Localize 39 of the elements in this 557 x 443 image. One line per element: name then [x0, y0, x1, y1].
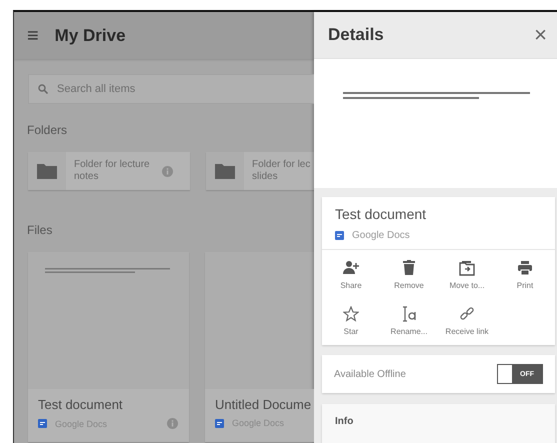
folder-card[interactable]: Folder for lec slides: [206, 152, 314, 190]
file-type: Google Docs: [352, 230, 410, 241]
folder-move-icon: [459, 260, 475, 276]
action-button[interactable]: Move to...: [438, 260, 496, 290]
folder-icon: [215, 164, 235, 178]
trash-icon: [401, 260, 417, 276]
action-button[interactable]: Remove: [380, 260, 438, 290]
docs-icon: [38, 419, 47, 428]
docs-icon: [335, 231, 344, 240]
setting-label: Available Offline: [334, 368, 406, 380]
close-icon[interactable]: ×: [534, 24, 547, 46]
printer-icon: [517, 260, 533, 276]
menu-icon[interactable]: ≡: [27, 26, 39, 46]
action-button[interactable]: Receive link: [438, 306, 496, 336]
star-icon: [343, 306, 359, 322]
action-button[interactable]: Print: [496, 260, 554, 290]
section-heading: Info: [335, 416, 354, 427]
search-field[interactable]: Search all items: [28, 74, 314, 104]
action-button[interactable]: Share: [322, 260, 380, 290]
info-icon[interactable]: [162, 166, 173, 176]
search-icon: [38, 84, 48, 94]
folder-icon: [37, 164, 57, 178]
section-heading: Folders: [27, 123, 68, 137]
text-cursor-icon: [401, 306, 417, 322]
panel-title: Details: [328, 25, 384, 45]
docs-icon: [215, 418, 224, 428]
action-button[interactable]: Star: [322, 306, 380, 336]
section-heading: Files: [27, 223, 54, 237]
link-icon: [459, 306, 475, 322]
action-button[interactable]: Rename...: [380, 306, 438, 336]
file-name: Test document: [335, 206, 428, 222]
file-name: Untitled Docume: [215, 397, 312, 412]
file-name: Test document: [38, 397, 124, 412]
folder-card[interactable]: Folder for lecture notes: [28, 152, 190, 190]
info-icon[interactable]: [167, 418, 178, 429]
folder-name: Folder for lec slides: [252, 159, 312, 183]
add-person-icon: [343, 260, 359, 276]
folder-name: Folder for lecture notes: [74, 159, 151, 183]
page-title: My Drive: [54, 26, 126, 46]
